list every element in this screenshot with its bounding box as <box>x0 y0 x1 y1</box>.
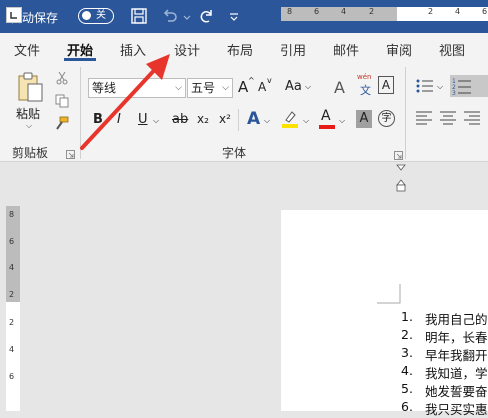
font-size-value: 五号 <box>191 81 216 95</box>
autosave-toggle[interactable]: 关 <box>78 8 114 24</box>
chevron-down-icon[interactable]: ⌵ <box>305 82 311 92</box>
vertical-ruler-margin <box>6 206 20 302</box>
margin-corner-mark <box>377 284 401 304</box>
align-center-icon[interactable] <box>440 111 456 125</box>
enclose-characters-button[interactable]: 字 <box>378 110 395 127</box>
ruler-margin <box>281 7 397 21</box>
list-number: 1. <box>401 309 413 324</box>
list-item[interactable]: 3. 早年我翻开 <box>401 345 488 363</box>
ruler-area <box>0 162 488 190</box>
highlight-color-button[interactable] <box>282 110 298 128</box>
ruler-number: 2 <box>9 318 15 327</box>
ruler-number: 2 <box>428 7 434 16</box>
subscript-button[interactable]: x₂ <box>197 112 209 126</box>
ruler-number: 4 <box>9 345 15 354</box>
font-group-label: 字体 <box>222 146 247 160</box>
red-arrow-icon <box>70 50 180 160</box>
list-item[interactable]: 5. 她发誓要奋 <box>401 381 488 399</box>
list-item[interactable]: 6. 我只买实惠 <box>401 399 488 417</box>
ruler-number: 4 <box>455 7 461 16</box>
separator <box>238 109 239 131</box>
list-text: 我知道，学 <box>425 366 488 381</box>
ruler-number: 4 <box>341 7 347 16</box>
phonetic-guide-button[interactable]: wén 文 <box>357 73 373 97</box>
ruler-number: 8 <box>287 7 293 16</box>
undo-dropdown-icon[interactable] <box>183 11 191 20</box>
chevron-down-icon[interactable]: ⌵ <box>437 82 443 92</box>
tab-layout[interactable]: 布局 <box>227 40 253 59</box>
list-text: 早年我翻开 <box>425 348 488 363</box>
chevron-down-icon[interactable]: ⌵ <box>303 116 309 126</box>
list-number: 5. <box>401 381 413 396</box>
toggle-knob <box>82 11 91 20</box>
list-number: 3. <box>401 345 413 360</box>
font-color-swatch <box>319 125 335 129</box>
toggle-state: 关 <box>96 10 106 21</box>
font-color-button[interactable]: A <box>319 108 335 130</box>
font-color-letter: A <box>321 108 331 124</box>
ruler-number: 2 <box>9 290 15 299</box>
list-text: 她发誓要奋 <box>425 384 488 399</box>
tab-review[interactable]: 审阅 <box>386 40 412 59</box>
font-size-select[interactable]: 五号 ⌵ <box>187 78 233 98</box>
ruler-number: 6 <box>482 7 488 16</box>
ruler-number: 4 <box>9 263 15 272</box>
numbering-button[interactable]: 123 <box>450 75 488 97</box>
phonetic-label: wén <box>357 73 372 81</box>
list-text: 明年，长春 <box>425 330 488 345</box>
list-text: 我用自己的 <box>425 312 488 327</box>
cut-icon[interactable] <box>55 71 69 85</box>
save-icon[interactable] <box>129 6 149 26</box>
chevron-down-icon[interactable]: ⌵ <box>264 116 270 126</box>
clear-formatting-button[interactable]: A <box>334 78 345 97</box>
change-case-button[interactable]: Aa <box>285 79 302 94</box>
ruler-number: 8 <box>9 210 15 219</box>
format-painter-icon[interactable] <box>53 116 69 132</box>
paste-icon[interactable] <box>16 71 46 103</box>
ruler-number: 2 <box>369 7 375 16</box>
ruler-number: 6 <box>314 7 320 16</box>
svg-text:3: 3 <box>452 90 456 97</box>
redo-icon[interactable] <box>197 6 217 26</box>
customize-toolbar-icon[interactable] <box>229 11 239 21</box>
paste-dropdown-icon[interactable]: ⌵ <box>26 121 32 131</box>
align-right-icon[interactable] <box>464 111 480 125</box>
align-left-icon[interactable] <box>416 111 432 125</box>
tab-references[interactable]: 引用 <box>280 40 306 59</box>
list-item[interactable]: 2. 明年，长春 <box>401 327 488 345</box>
list-number: 6. <box>401 399 413 414</box>
indent-markers[interactable] <box>396 164 406 192</box>
phonetic-char: 文 <box>360 84 371 97</box>
tab-selector-button[interactable] <box>6 7 22 23</box>
group-separator <box>405 67 406 159</box>
list-number: 4. <box>401 363 413 378</box>
tab-file[interactable]: 文件 <box>14 40 40 59</box>
character-shading-button[interactable]: A <box>356 110 372 128</box>
chevron-down-icon: ⌵ <box>222 83 229 93</box>
font-launcher-icon[interactable] <box>394 149 403 160</box>
text-effects-button[interactable]: A <box>247 109 260 129</box>
list-item[interactable]: 4. 我知道，学 <box>401 363 488 381</box>
shrink-font-button[interactable]: A <box>258 80 266 94</box>
ruler-number: 6 <box>9 372 15 381</box>
bullets-icon[interactable] <box>416 78 434 94</box>
list-item[interactable]: 1. 我用自己的 <box>401 309 488 327</box>
paste-button[interactable]: 粘贴 <box>16 105 40 122</box>
caret-down-icon: v <box>267 76 272 85</box>
clipboard-group-label: 剪贴板 <box>12 146 49 160</box>
grow-font-button[interactable]: A <box>238 78 248 96</box>
caret-up-icon: ^ <box>248 76 255 85</box>
list-text: 我只买实惠 <box>425 402 488 417</box>
undo-icon[interactable] <box>160 6 180 26</box>
chevron-down-icon[interactable]: ⌵ <box>339 116 345 126</box>
tab-view[interactable]: 视图 <box>439 40 465 59</box>
character-border-button[interactable]: A <box>378 76 394 94</box>
tab-mailings[interactable]: 邮件 <box>333 40 359 59</box>
list-number: 2. <box>401 327 413 342</box>
copy-icon[interactable] <box>55 94 69 108</box>
ruler-number: 6 <box>9 237 15 246</box>
superscript-button[interactable]: x² <box>219 112 231 126</box>
